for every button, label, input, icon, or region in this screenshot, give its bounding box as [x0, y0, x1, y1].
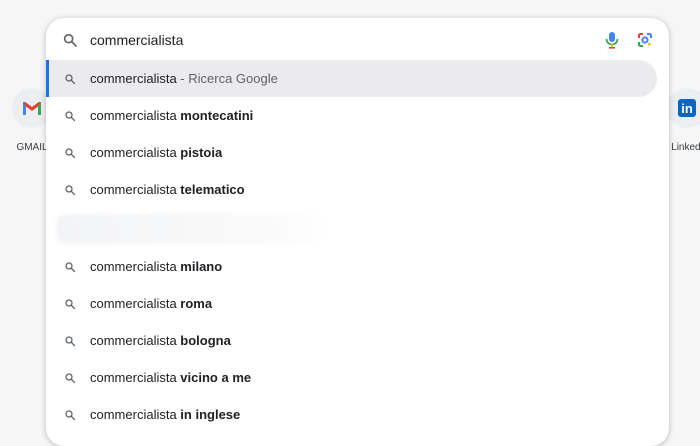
search-icon [65, 409, 76, 420]
suggestion-item[interactable]: commercialista vicino a me [46, 359, 669, 396]
suggestion-base: commercialista [90, 108, 181, 123]
search-icon [63, 33, 77, 47]
suggestion-completion: vicino a me [180, 370, 252, 385]
suggestion-base: commercialista [90, 370, 181, 385]
suggestion-base: commercialista [90, 407, 181, 422]
search-icon [65, 73, 76, 84]
search-icon [65, 147, 76, 158]
suggestion-completion: milano [180, 259, 223, 274]
search-suggestions-panel: commercialista commercialista - Ricerca … [46, 18, 669, 446]
suggestion-completion: montecatini [180, 108, 254, 123]
search-icon [65, 372, 76, 383]
suggestion-completion: telematico [180, 182, 245, 197]
suggestion-item[interactable]: commercialista roma [46, 285, 669, 322]
suggestion-item[interactable]: commercialista telematico [46, 171, 669, 208]
search-icon [65, 110, 76, 121]
suggestion-item[interactable]: commercialista in inglese [46, 396, 669, 433]
suggestion-base: commercialista [90, 145, 181, 160]
search-box[interactable]: commercialista [46, 18, 669, 62]
blurred-suggestion-placeholder [46, 208, 669, 248]
suggestion-item[interactable]: commercialista pistoia [46, 134, 669, 171]
suggestion-item[interactable]: commercialista montecatini [46, 97, 669, 134]
suggestion-base: commercialista [90, 182, 181, 197]
search-icon [65, 298, 76, 309]
suggestion-base: commercialista [90, 259, 181, 274]
suggestion-completion: bologna [180, 333, 231, 348]
suggestion-base: commercialista [90, 71, 177, 86]
google-lens-icon[interactable] [637, 32, 653, 48]
suggestion-base: commercialista [90, 333, 181, 348]
search-input[interactable]: commercialista [90, 32, 605, 48]
linkedin-icon: in [667, 88, 700, 128]
suggestion-completion: pistoia [180, 145, 223, 160]
suggestion-list: commercialista - Ricerca Google commerci… [46, 60, 669, 433]
suggestion-item-selected[interactable]: commercialista - Ricerca Google [46, 60, 657, 97]
suggestion-text: commercialista - Ricerca Google [90, 71, 278, 86]
suggestion-item[interactable]: commercialista bologna [46, 322, 669, 359]
search-icon [65, 184, 76, 195]
search-icon [65, 335, 76, 346]
suggestion-completion: in inglese [180, 407, 241, 422]
microphone-icon[interactable] [605, 31, 619, 49]
suggestion-suffix: - Ricerca Google [176, 71, 278, 86]
suggestion-completion: roma [180, 296, 213, 311]
suggestion-item[interactable]: commercialista milano [46, 248, 669, 285]
search-icon [65, 261, 76, 272]
suggestion-base: commercialista [90, 296, 181, 311]
